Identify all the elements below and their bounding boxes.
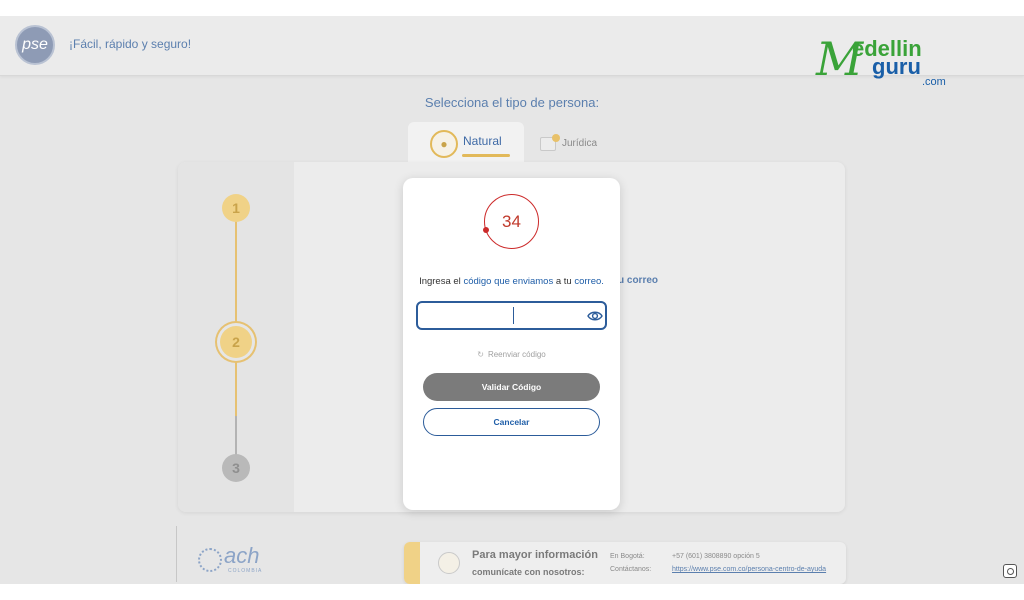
page: pse ¡Fácil, rápido y seguro! M edellin g… <box>0 0 1024 600</box>
step-connector <box>235 356 237 416</box>
tab-juridica[interactable]: Jurídica <box>538 134 618 158</box>
tab-active-underline <box>462 154 510 157</box>
resend-code-link[interactable]: ↻ Reenviar código <box>403 350 620 359</box>
step-2: 2 <box>220 326 252 358</box>
person-type-title: Selecciona el tipo de persona: <box>424 95 600 110</box>
footer-logo-area: ach COLOMBIA <box>172 526 272 584</box>
stepper: 1 2 3 <box>178 162 294 512</box>
instruction-mid: a tu <box>553 276 575 287</box>
support-icon <box>438 552 460 574</box>
person-icon: ● <box>430 130 458 158</box>
validate-code-button[interactable]: Validar Código <box>423 373 600 401</box>
ach-logo: ach COLOMBIA <box>198 544 268 574</box>
refresh-icon: ↻ <box>477 350 484 359</box>
header: pse ¡Fácil, rápido y seguro! M edellin g… <box>0 16 1024 88</box>
step-connector <box>235 220 237 326</box>
cancel-button[interactable]: Cancelar <box>423 408 600 436</box>
phone-value: +57 (601) 3808890 opción 5 <box>672 553 760 560</box>
instruction-end: correo. <box>574 276 604 287</box>
watermark-guru: guru <box>872 54 921 79</box>
ach-logo-text: ach <box>224 543 260 568</box>
countdown-timer: 34 <box>484 194 539 249</box>
phone-label: En Bogotá: <box>610 553 645 560</box>
pse-screen: pse ¡Fácil, rápido y seguro! M edellin g… <box>0 16 1024 584</box>
background-link-text: u correo <box>618 275 659 286</box>
verification-modal: 34 Ingresa el código que enviamos a tu c… <box>403 178 620 510</box>
medellin-guru-watermark: M edellin guru .com <box>816 36 966 88</box>
text-caret <box>513 307 514 324</box>
ach-logo-sub: COLOMBIA <box>228 568 263 574</box>
watermark-com: .com <box>922 76 946 88</box>
step-3: 3 <box>222 454 250 482</box>
info-subtitle: comunícate con nosotros: <box>472 567 585 577</box>
contact-label: Contáctanos: <box>610 566 652 573</box>
tab-natural-label: Natural <box>463 134 502 148</box>
instruction-text: Ingresa el código que enviamos a tu corr… <box>403 276 620 287</box>
resend-label: Reenviar código <box>487 350 546 359</box>
tab-juridica-label: Jurídica <box>562 138 598 149</box>
step-1: 1 <box>222 194 250 222</box>
instruction-link: código que enviamos <box>463 276 554 287</box>
timer-progress-dot <box>483 227 489 233</box>
code-input[interactable] <box>416 301 607 330</box>
vertical-legal-text <box>176 526 182 582</box>
info-title: Para mayor información <box>472 549 598 561</box>
company-icon <box>540 134 560 151</box>
pse-logo[interactable]: pse <box>15 25 55 65</box>
contact-info-box: Para mayor información comunícate con no… <box>404 542 846 584</box>
eye-icon[interactable] <box>587 308 603 324</box>
screenshot-icon[interactable] <box>1003 564 1017 578</box>
info-accent-bar <box>404 542 420 584</box>
ach-dots-icon <box>198 548 222 572</box>
instruction-prefix: Ingresa el <box>419 276 464 287</box>
tagline: ¡Fácil, rápido y seguro! <box>69 37 192 51</box>
help-center-link[interactable]: https://www.pse.com.co/persona-centro-de… <box>672 566 826 573</box>
